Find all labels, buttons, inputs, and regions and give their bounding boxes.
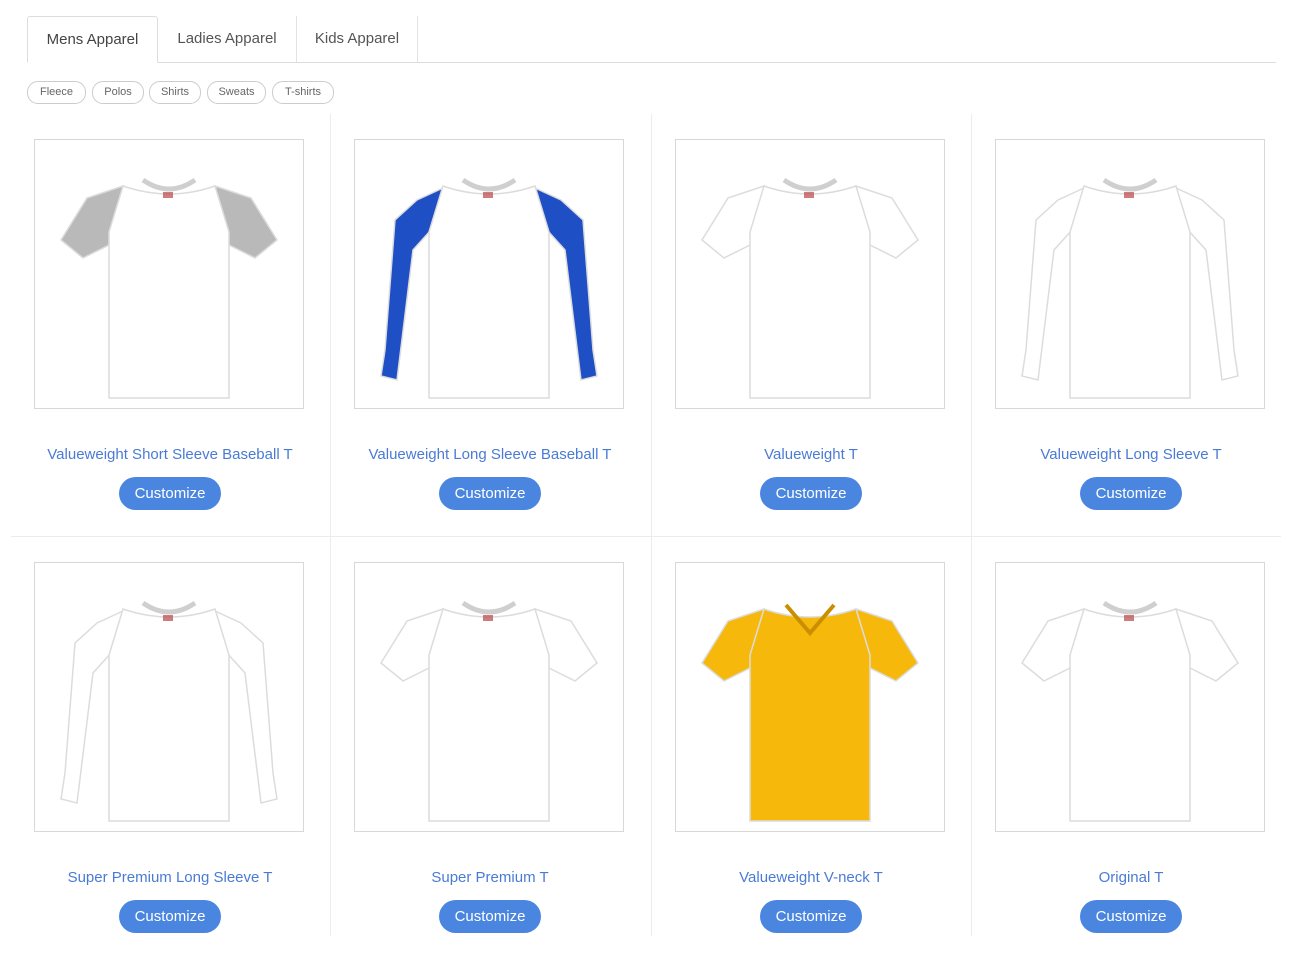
product-card: Valueweight T Customize (651, 114, 971, 534)
short-sleeve-tshirt-icon (701, 177, 919, 399)
product-title-link[interactable]: Super Premium Long Sleeve T (10, 869, 330, 886)
product-image[interactable] (354, 562, 624, 832)
long-sleeve-tshirt-icon (1021, 177, 1239, 399)
product-image[interactable] (354, 139, 624, 409)
filter-pill-sweats[interactable]: Sweats (207, 81, 266, 104)
tab-ladies-apparel[interactable]: Ladies Apparel (159, 16, 295, 61)
product-card: Valueweight Long Sleeve T Customize (971, 114, 1290, 534)
tab-mens-apparel[interactable]: Mens Apparel (27, 16, 158, 63)
product-card: Valueweight V-neck T Customize (651, 537, 971, 957)
product-title-link[interactable]: Original T (971, 869, 1290, 886)
category-tabs: Mens Apparel Ladies Apparel Kids Apparel (27, 16, 1276, 63)
filter-pill-polos[interactable]: Polos (92, 81, 144, 104)
short-sleeve-tshirt-icon (1021, 600, 1239, 822)
customize-button[interactable]: Customize (119, 900, 221, 933)
filter-pill-fleece[interactable]: Fleece (27, 81, 86, 104)
vneck-tshirt-icon (701, 603, 919, 822)
customize-button[interactable]: Customize (1080, 900, 1182, 933)
long-sleeve-raglan-tshirt-icon (380, 177, 598, 399)
product-image[interactable] (675, 562, 945, 832)
product-image[interactable] (34, 562, 304, 832)
product-title-link[interactable]: Valueweight Short Sleeve Baseball T (10, 446, 330, 463)
product-card: Valueweight Short Sleeve Baseball T Custo… (10, 114, 330, 534)
product-card: Super Premium T Customize (330, 537, 650, 957)
product-title-link[interactable]: Valueweight Long Sleeve Baseball T (330, 446, 650, 463)
long-sleeve-tshirt-icon (60, 600, 278, 822)
product-title-link[interactable]: Valueweight V-neck T (651, 869, 971, 886)
product-card: Super Premium Long Sleeve T Customize (10, 537, 330, 957)
customize-button[interactable]: Customize (119, 477, 221, 510)
product-card: Original T Customize (971, 537, 1290, 957)
filter-pill-shirts[interactable]: Shirts (149, 81, 201, 104)
filter-pill-tshirts[interactable]: T-shirts (272, 81, 334, 104)
tab-kids-apparel[interactable]: Kids Apparel (297, 16, 417, 61)
product-image[interactable] (34, 139, 304, 409)
product-image[interactable] (995, 139, 1265, 409)
short-sleeve-tshirt-icon (380, 600, 598, 822)
customize-button[interactable]: Customize (1080, 477, 1182, 510)
product-card: Valueweight Long Sleeve Baseball T Custom… (330, 114, 650, 534)
product-title-link[interactable]: Super Premium T (330, 869, 650, 886)
tab-divider (417, 16, 418, 62)
product-title-link[interactable]: Valueweight Long Sleeve T (971, 446, 1290, 463)
customize-button[interactable]: Customize (439, 477, 541, 510)
short-sleeve-raglan-tshirt-icon (60, 177, 278, 399)
customize-button[interactable]: Customize (439, 900, 541, 933)
customize-button[interactable]: Customize (760, 477, 862, 510)
customize-button[interactable]: Customize (760, 900, 862, 933)
product-image[interactable] (675, 139, 945, 409)
product-image[interactable] (995, 562, 1265, 832)
product-title-link[interactable]: Valueweight T (651, 446, 971, 463)
